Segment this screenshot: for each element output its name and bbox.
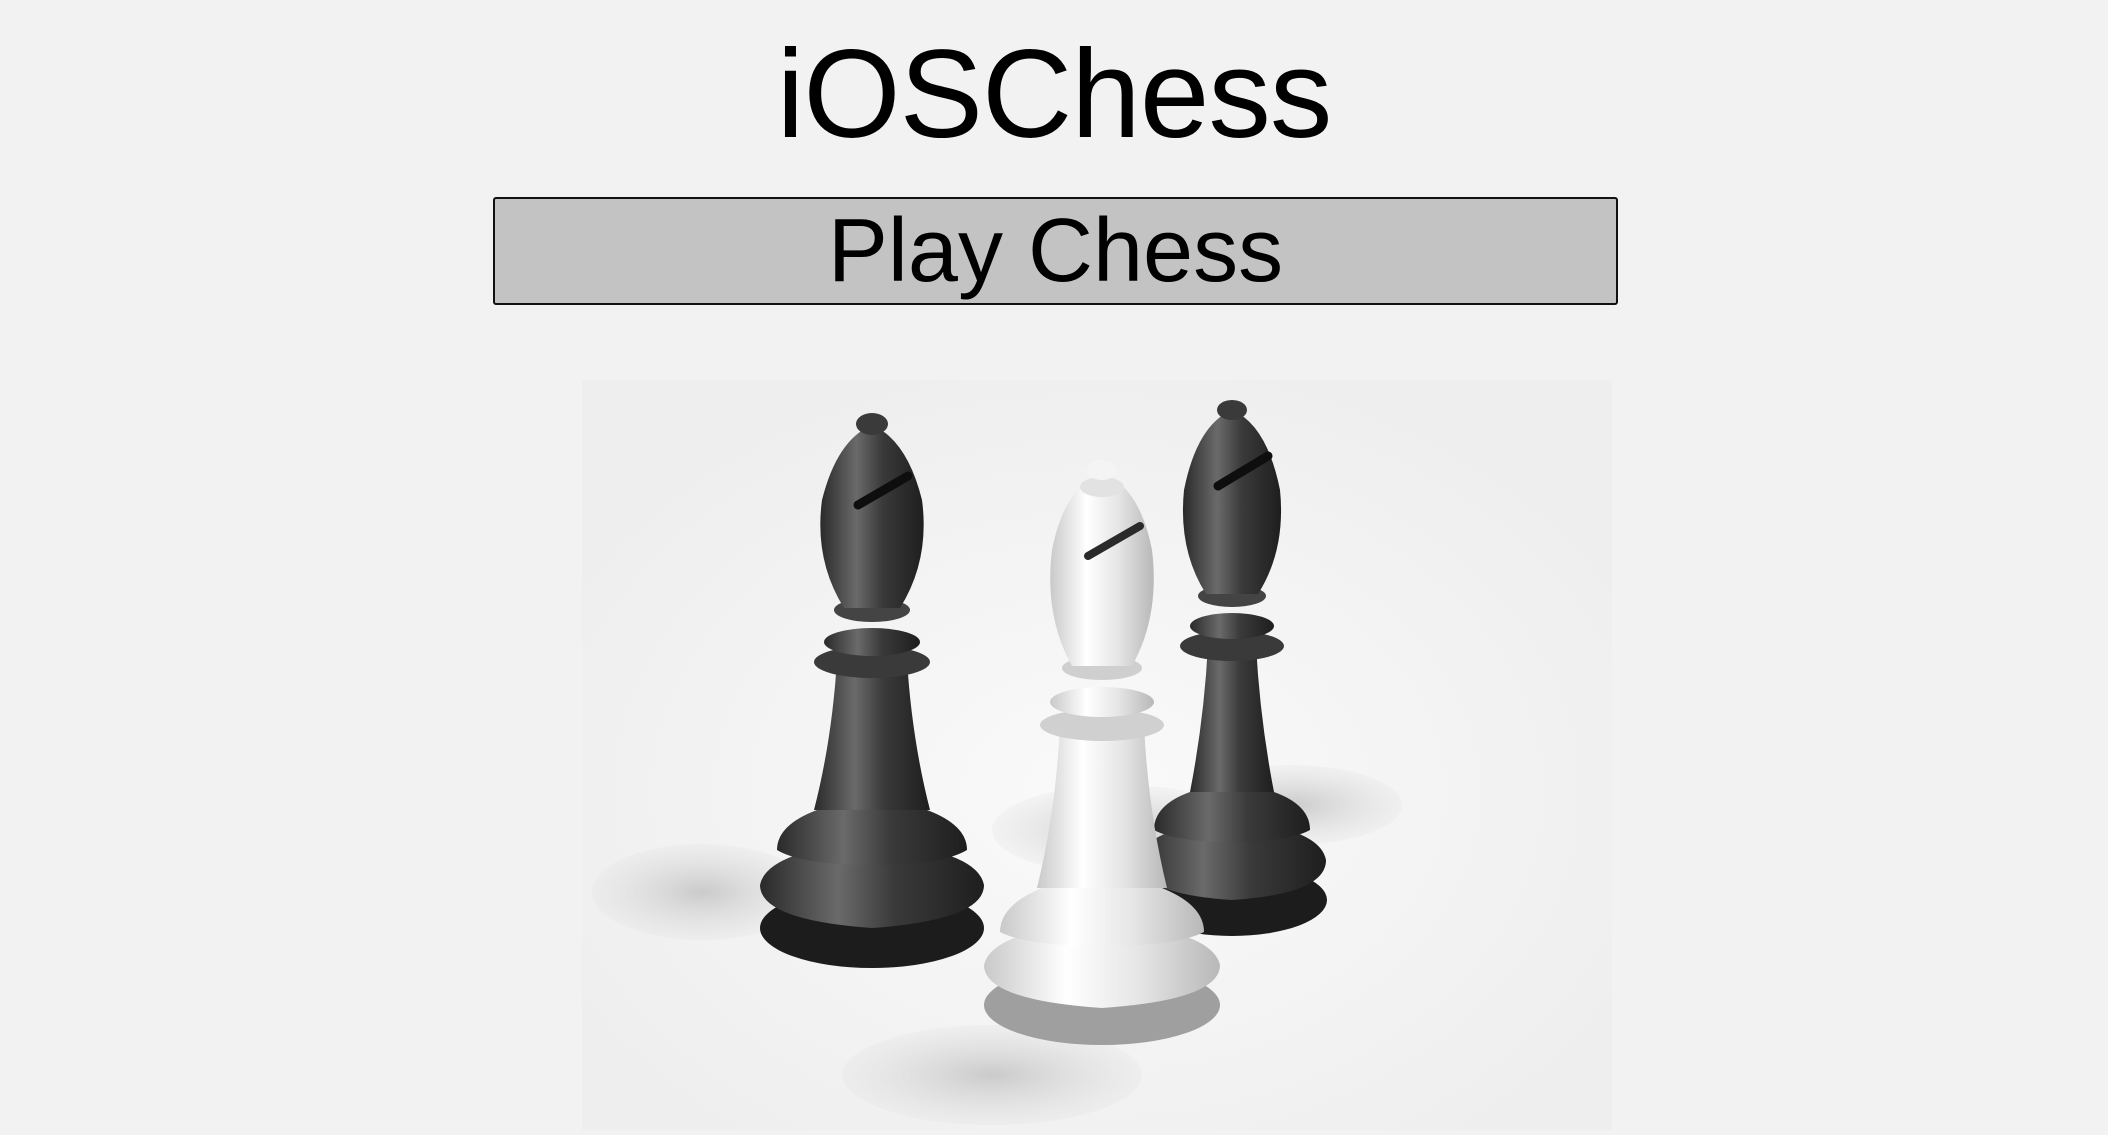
chess-bishops-image: [582, 380, 1612, 1130]
main-screen: iOSChess Play Chess: [0, 0, 2108, 1135]
play-chess-button[interactable]: Play Chess: [493, 197, 1618, 305]
app-title: iOSChess: [776, 25, 1333, 164]
